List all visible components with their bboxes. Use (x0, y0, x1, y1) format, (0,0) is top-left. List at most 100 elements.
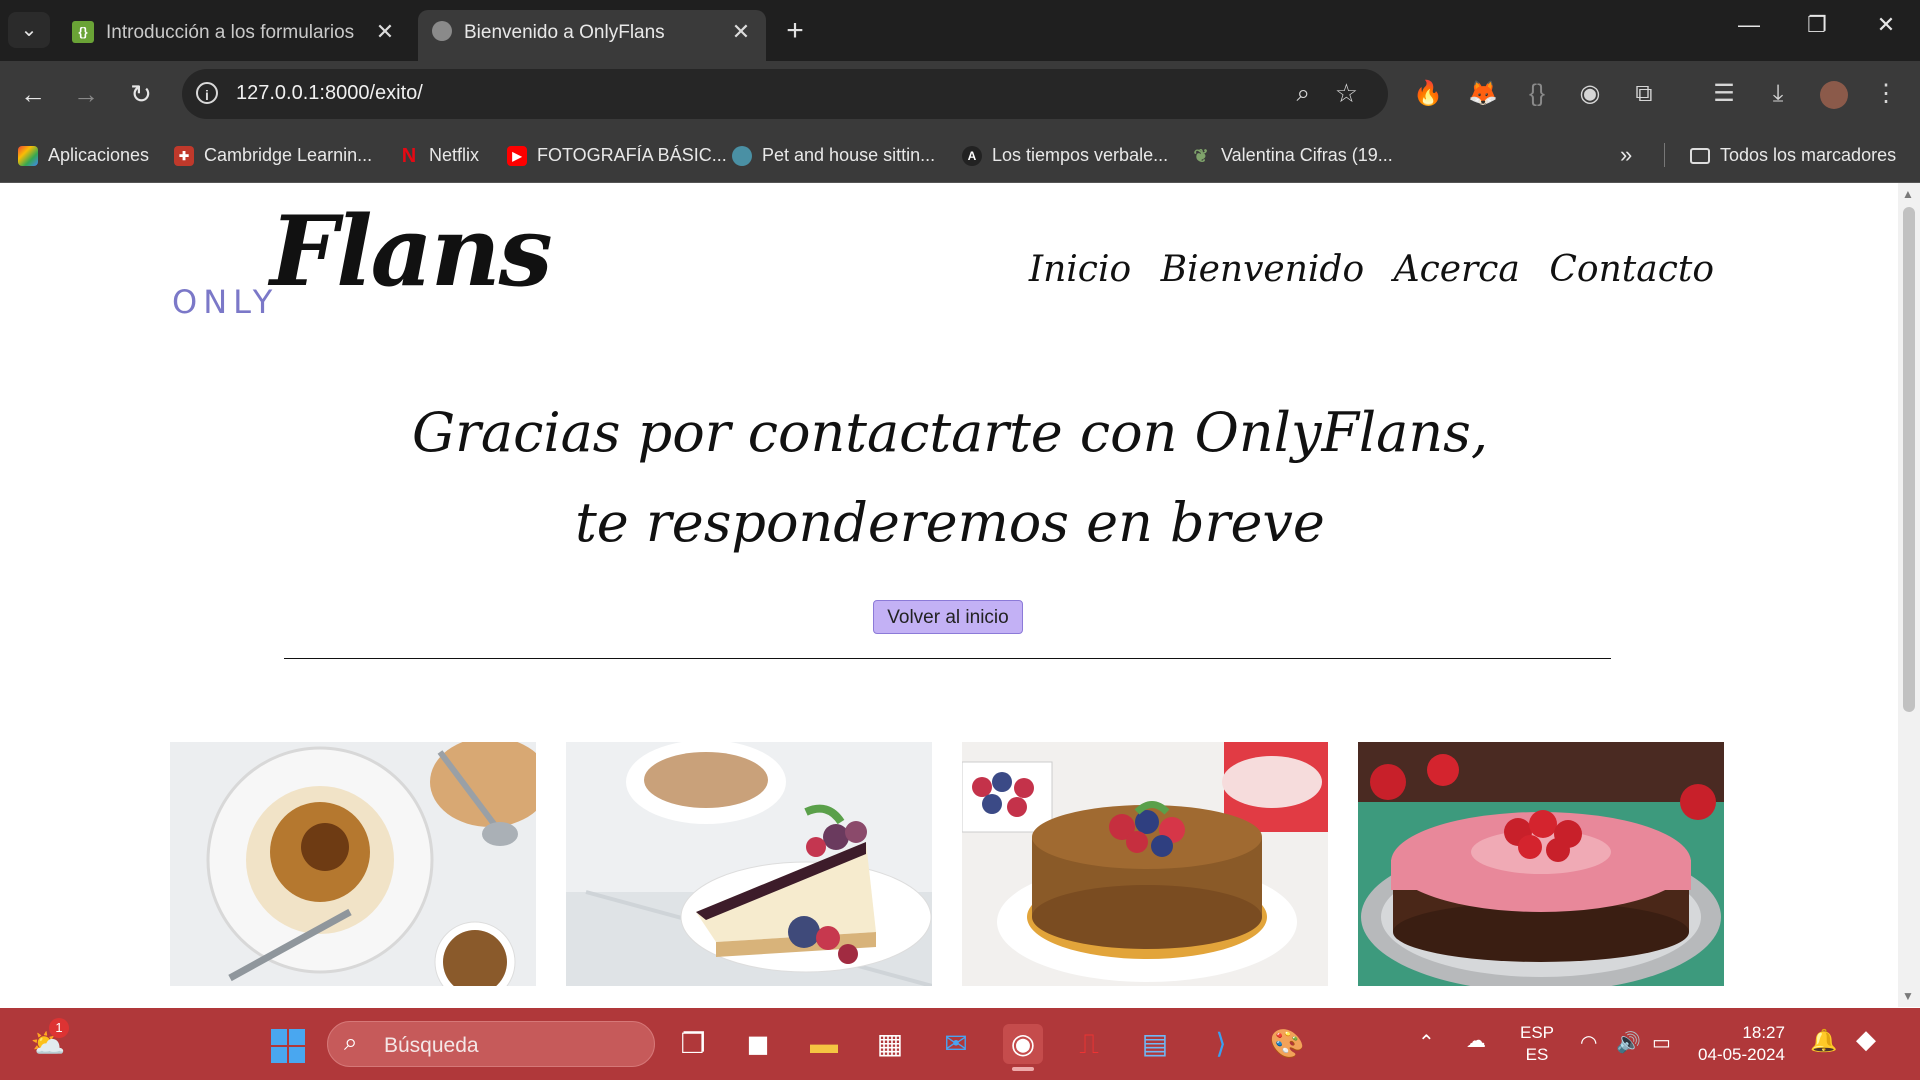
thanks-message-line1: Gracias por contactarte con OnlyFlans, (411, 401, 1489, 464)
more-bookmarks-icon[interactable]: » (1620, 141, 1632, 169)
reload-icon[interactable]: ↻ (124, 79, 158, 110)
teams-meet-icon[interactable]: ◼ (738, 1024, 778, 1064)
forward-icon[interactable]: → (69, 79, 103, 110)
new-tab-button[interactable]: + (780, 14, 810, 48)
address-bar[interactable]: i 127.0.0.1:8000/exito/ ⌕ ☆ (182, 69, 1388, 119)
task-view-icon[interactable]: ❐ (673, 1024, 713, 1064)
reading-list-icon[interactable]: ☰ (1708, 78, 1740, 110)
weather-badge: 1 (49, 1018, 69, 1038)
apps-grid-icon (18, 146, 38, 167)
minimize-icon[interactable]: — (1729, 12, 1769, 38)
page-scrollbar[interactable]: ▲ ▼ (1898, 183, 1920, 1007)
all-bookmarks-folder[interactable]: Todos los marcadores (1690, 141, 1896, 169)
thanks-message-line2: te responderemos en breve (575, 491, 1325, 554)
restore-icon[interactable]: ❐ (1797, 12, 1837, 38)
bookmark-separator (1664, 143, 1665, 167)
acrobat-icon[interactable]: ⎍ (1069, 1024, 1109, 1064)
notification-bell-icon[interactable]: 🔔 (1810, 1028, 1837, 1054)
paint-icon[interactable]: 🎨 (1267, 1024, 1307, 1064)
wifi-icon[interactable]: ◠ (1580, 1030, 1597, 1055)
netflix-icon: N (401, 145, 417, 168)
bookmark-valentina[interactable]: ❦ Valentina Cifras (19... (1191, 141, 1392, 169)
youtube-icon: ▶ (507, 146, 527, 167)
bookmark-label: Pet and house sittin... (762, 145, 936, 165)
bookmark-netflix[interactable]: N Netflix (399, 141, 479, 169)
vscode-icon[interactable]: ⟩ (1201, 1024, 1241, 1064)
back-icon[interactable]: ← (16, 79, 50, 110)
windows-taskbar: ⛅ 1 ⌕ Búsqueda ❐ ◼ ▬ ▦ ✉ ◉ ⎍ ▤ ⟩ 🎨 ⌃ ☁ E… (0, 1008, 1920, 1080)
bookmark-fotografia[interactable]: ▶ FOTOGRAFÍA BÁSIC... (507, 141, 727, 169)
bookmarks-bar: Aplicaciones ✚ Cambridge Learnin... N Netf… (0, 129, 1920, 183)
nav-bienvenido[interactable]: Bienvenido (1161, 249, 1365, 290)
close-tab-icon[interactable]: ✕ (372, 19, 398, 45)
chrome-icon[interactable]: ◉ (1003, 1024, 1043, 1064)
download-icon[interactable]: ⤓ (1762, 78, 1794, 110)
tab-onlyflans[interactable]: Bienvenido a OnlyFlans ✕ (418, 10, 766, 61)
nav-acerca[interactable]: Acerca (1394, 249, 1520, 290)
file-explorer-icon[interactable]: ▬ (804, 1024, 844, 1064)
nav-inicio[interactable]: Inicio (1029, 249, 1131, 290)
fire-extension-icon[interactable]: 🔥 (1412, 78, 1444, 110)
scroll-down-icon[interactable]: ▼ (1902, 989, 1914, 1003)
windows-start-icon[interactable] (268, 1024, 308, 1064)
close-tab-icon[interactable]: ✕ (728, 19, 754, 45)
tab-title: Bienvenido a OnlyFlans (464, 22, 665, 43)
metamask-extension-icon[interactable]: 🦊 (1467, 78, 1499, 110)
tree-icon: ❦ (1193, 146, 1209, 167)
tab-strip: ⌄ {} Introducción a los formularios / ✕ … (0, 0, 1920, 61)
bookmark-aplicaciones[interactable]: Aplicaciones (18, 141, 149, 169)
flan-with-caramel-photo (170, 742, 536, 986)
main-nav: Inicio Bienvenido Acerca Contacto (1011, 249, 1714, 290)
scrollbar-thumb[interactable] (1903, 207, 1915, 712)
site-info-icon[interactable]: i (196, 82, 218, 104)
code-favicon-icon: {} (72, 21, 94, 43)
screen-record-extension-icon[interactable]: ◉ (1574, 78, 1606, 110)
divider (284, 658, 1611, 659)
letter-a-icon: A (962, 146, 982, 167)
bookmark-label: Cambridge Learnin... (204, 145, 373, 165)
bookmark-pet-house[interactable]: Pet and house sittin... (732, 141, 935, 169)
language-indicator[interactable]: ESP ES (1520, 1022, 1554, 1066)
url-text[interactable]: 127.0.0.1:8000/exito/ (236, 82, 423, 105)
json-extension-icon[interactable]: {} (1521, 78, 1553, 110)
tab-formularios[interactable]: {} Introducción a los formularios / ✕ (60, 10, 410, 61)
clock[interactable]: 18:27 04-05-2024 (1698, 1022, 1785, 1066)
mail-icon[interactable]: ✉ (936, 1024, 976, 1064)
back-to-home-button[interactable]: Volver al inicio (873, 600, 1023, 634)
clock-date: 04-05-2024 (1698, 1045, 1785, 1064)
profile-avatar[interactable] (1818, 78, 1850, 110)
bookmark-tiempos-verbales[interactable]: A Los tiempos verbale... (962, 141, 1168, 169)
page-viewport: ONLY Flans Inicio Bienvenido Acerca Cont… (0, 183, 1920, 1007)
chrome-active-indicator (1012, 1067, 1034, 1071)
zoom-icon[interactable]: ⌕ (1297, 80, 1310, 108)
bookmark-star-icon[interactable]: ☆ (1335, 78, 1358, 109)
cheesecake-with-berries-photo (566, 742, 932, 986)
search-placeholder: Búsqueda (384, 1034, 479, 1057)
logo-flans-text: Flans (270, 195, 553, 308)
volume-icon[interactable]: 🔊 (1616, 1030, 1641, 1055)
tray-chevron-icon[interactable]: ⌃ (1418, 1030, 1435, 1055)
tab-title: Introducción a los formularios / (106, 22, 356, 43)
nav-contacto[interactable]: Contacto (1549, 249, 1714, 290)
scroll-up-icon[interactable]: ▲ (1902, 187, 1914, 201)
cambridge-icon: ✚ (174, 146, 194, 167)
copilot-icon[interactable]: ◆ (1856, 1024, 1876, 1055)
strawberry-gelatin-cake-photo (1358, 742, 1724, 986)
extensions-puzzle-icon[interactable]: ⧉ (1628, 78, 1660, 110)
bookmark-cambridge[interactable]: ✚ Cambridge Learnin... (174, 141, 372, 169)
menu-kebab-icon[interactable]: ⋮ (1870, 78, 1902, 110)
clock-time: 18:27 (1742, 1023, 1785, 1042)
notepad-icon[interactable]: ▤ (1135, 1024, 1175, 1064)
globe-favicon-icon (432, 21, 452, 41)
bookmark-label: Todos los marcadores (1720, 145, 1897, 165)
battery-icon[interactable]: ▭ (1652, 1030, 1671, 1055)
onedrive-icon[interactable]: ☁ (1466, 1028, 1486, 1053)
microsoft-store-icon[interactable]: ▦ (870, 1024, 910, 1064)
globe-icon (732, 146, 752, 167)
close-window-icon[interactable]: ✕ (1866, 12, 1906, 38)
taskbar-search-input[interactable]: ⌕ Búsqueda (327, 1021, 655, 1067)
onlyflans-logo[interactable]: ONLY Flans (170, 195, 553, 321)
bookmark-label: Los tiempos verbale... (992, 145, 1169, 165)
logo-only-text: ONLY (172, 283, 279, 321)
tab-search-button[interactable]: ⌄ (8, 12, 50, 48)
